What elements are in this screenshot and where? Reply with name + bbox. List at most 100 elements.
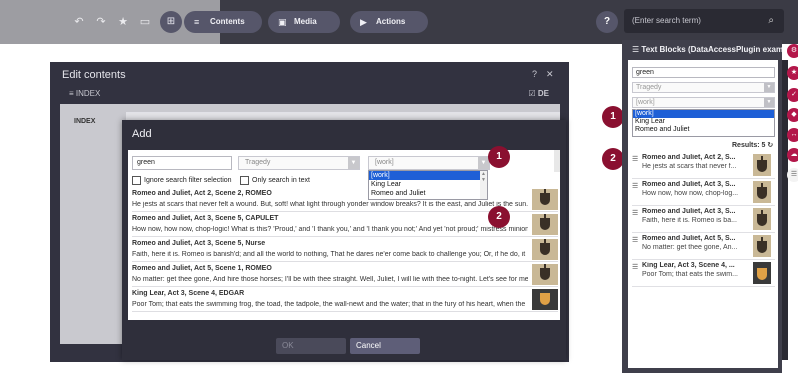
media-button[interactable]: ▣ Media [268, 11, 340, 33]
result-row[interactable]: Romeo and Juliet, Act 3, Scene 5, Nurse … [132, 238, 558, 262]
chevron-down-icon[interactable]: ▼ [348, 157, 359, 169]
play-icon: ▶ [360, 17, 367, 27]
crown-thumbnail [532, 289, 558, 310]
text-icon: ☰ [632, 210, 639, 217]
ok-button[interactable]: OK [276, 338, 346, 354]
text-icon[interactable]: ☰ [787, 168, 798, 182]
text-icon: ☰ [632, 237, 639, 244]
shield-icon[interactable]: ◆ [787, 108, 798, 122]
refresh-icon[interactable]: ↻ [767, 142, 773, 149]
text-blocks-search-field[interactable]: green [632, 67, 775, 78]
edit-contents-title: Edit contents [62, 69, 126, 81]
work-select[interactable]: [work] ▼ [368, 156, 490, 170]
text-icon: ☰ [632, 264, 639, 271]
tab-index[interactable]: ≡ INDEX [69, 89, 100, 98]
type-select[interactable]: Tragedy ▼ [238, 156, 360, 170]
image-icon: ▣ [278, 17, 287, 27]
cog-icon[interactable]: ⚙ [787, 44, 798, 58]
search-input[interactable]: (Enter search term) ⌕ [624, 9, 784, 33]
language-checkbox[interactable]: ☑ DE [528, 89, 549, 98]
search-field[interactable]: green [132, 156, 232, 170]
dropdown-option[interactable]: King Lear [633, 118, 774, 126]
apps-icon[interactable]: ⊞ [160, 11, 182, 33]
text-blocks-work-select[interactable]: [work] ▼ [632, 97, 775, 108]
text-blocks-body: green Tragedy ▼ [work] ▼ [work] King Lea… [628, 60, 778, 368]
list-item-text: No matter: get thee gone, An... [642, 244, 738, 251]
results-count-text: Results: 5 [732, 142, 766, 149]
list-item-title: King Lear, Act 3, Scene 4, ... [642, 262, 735, 269]
list-item[interactable]: ☰ Romeo and Juliet, Act 2, S... He jests… [632, 152, 775, 179]
contents-button[interactable]: ≡ Contents [184, 11, 262, 33]
result-title: King Lear, Act 3, Scene 4, EDGAR [132, 290, 245, 297]
list-icon: ≡ [194, 17, 200, 27]
panel-scrollbar[interactable] [782, 60, 788, 360]
result-text: No matter: get thee gone, And hire those… [132, 276, 528, 283]
dropdown-option[interactable]: Romeo and Juliet [633, 126, 774, 134]
result-row[interactable]: Romeo and Juliet, Act 5, Scene 1, ROMEO … [132, 263, 558, 287]
text-blocks-dropdown-list: [work] King Lear Romeo and Juliet [632, 109, 775, 137]
results-scrollbar[interactable] [554, 150, 560, 172]
list-item-title: Romeo and Juliet, Act 2, S... [642, 154, 736, 161]
result-text: Poor Tom; that eats the swimming frog, t… [132, 301, 526, 308]
type-select-value: Tragedy [245, 159, 271, 166]
actions-button[interactable]: ▶ Actions [350, 11, 428, 33]
knight-thumbnail [532, 214, 558, 235]
move-icon[interactable]: ↔ [787, 128, 798, 142]
edit-help-button[interactable]: ? [532, 69, 537, 79]
results-count: Results: 5 ↻ [732, 141, 773, 149]
checkbox-box[interactable] [240, 176, 249, 185]
result-text: How now, how now, chop-logic! What is th… [132, 226, 528, 233]
cancel-button[interactable]: Cancel [350, 338, 420, 354]
list-item[interactable]: ☰ Romeo and Juliet, Act 3, S... How now,… [632, 179, 775, 206]
knight-thumbnail [753, 208, 771, 230]
list-item-title: Romeo and Juliet, Act 3, S... [642, 208, 736, 215]
callout-badge-2: 2 [602, 148, 624, 170]
list-item[interactable]: ☰ King Lear, Act 3, Scene 4, ... Poor To… [632, 260, 775, 287]
text-blocks-title-text: Text Blocks (DataAccessPlugin example) [641, 45, 782, 54]
text-icon: ☰ [632, 45, 642, 54]
close-icon[interactable]: ✕ [546, 69, 554, 80]
list-item-text: Faith, here it is. Romeo is ba... [642, 217, 737, 224]
text-blocks-type-select[interactable]: Tragedy ▼ [632, 82, 775, 93]
knight-thumbnail [753, 154, 771, 176]
knight-thumbnail [532, 189, 558, 210]
index-label: INDEX [74, 118, 96, 125]
knight-thumbnail [753, 235, 771, 257]
chevron-down-icon[interactable]: ▼ [764, 98, 774, 107]
index-tab-bar: ≡ INDEX ☑ DE [55, 88, 565, 100]
checkbox-box[interactable] [132, 176, 141, 185]
text-icon: ☰ [632, 183, 639, 190]
result-row[interactable]: King Lear, Act 3, Scene 4, EDGAR Poor To… [132, 288, 558, 312]
search-icon[interactable]: ⌕ [768, 9, 774, 33]
dropdown-option[interactable]: [work] [369, 171, 487, 180]
list-item[interactable]: ☰ Romeo and Juliet, Act 5, S... No matte… [632, 233, 775, 260]
result-title: Romeo and Juliet, Act 5, Scene 1, ROMEO [132, 265, 272, 272]
check-icon[interactable]: ✓ [787, 88, 798, 102]
star-icon[interactable]: ★ [787, 66, 798, 80]
chevron-down-icon[interactable]: ▼ [764, 83, 774, 92]
ignore-filter-checkbox[interactable]: Ignore search filter selection [132, 176, 232, 185]
add-dialog-title: Add [132, 128, 152, 140]
media-label: Media [294, 17, 317, 26]
list-item-title: Romeo and Juliet, Act 3, S... [642, 181, 736, 188]
text-icon: ☰ [632, 156, 639, 163]
result-title: Romeo and Juliet, Act 2, Scene 2, ROMEO [132, 190, 272, 197]
text-blocks-title: ☰ Text Blocks (DataAccessPlugin example) [632, 45, 782, 54]
top-toolbar: ↶ ↷ ★ ▭ ⊞ ≡Contents ▣Media ▶Actions ? (E… [0, 0, 798, 44]
work-select-value: [work] [375, 159, 394, 166]
knight-thumbnail [532, 264, 558, 285]
crown-thumbnail [753, 262, 771, 284]
dropdown-option[interactable]: [work] [633, 110, 774, 118]
list-item-text: Poor Tom; that eats the swim... [642, 271, 738, 278]
list-item-title: Romeo and Juliet, Act 5, S... [642, 235, 736, 242]
ignore-filter-label: Ignore search filter selection [144, 177, 232, 184]
contents-label: Contents [210, 17, 245, 26]
type-select-value: Tragedy [636, 84, 662, 91]
actions-label: Actions [376, 17, 406, 26]
list-item[interactable]: ☰ Romeo and Juliet, Act 3, S... Faith, h… [632, 206, 775, 233]
result-title: Romeo and Juliet, Act 3, Scene 5, Nurse [132, 240, 266, 247]
knight-thumbnail [532, 239, 558, 260]
cloud-icon[interactable]: ☁ [787, 148, 798, 162]
only-text-checkbox[interactable]: Only search in text [240, 176, 310, 185]
help-button[interactable]: ? [596, 11, 618, 33]
